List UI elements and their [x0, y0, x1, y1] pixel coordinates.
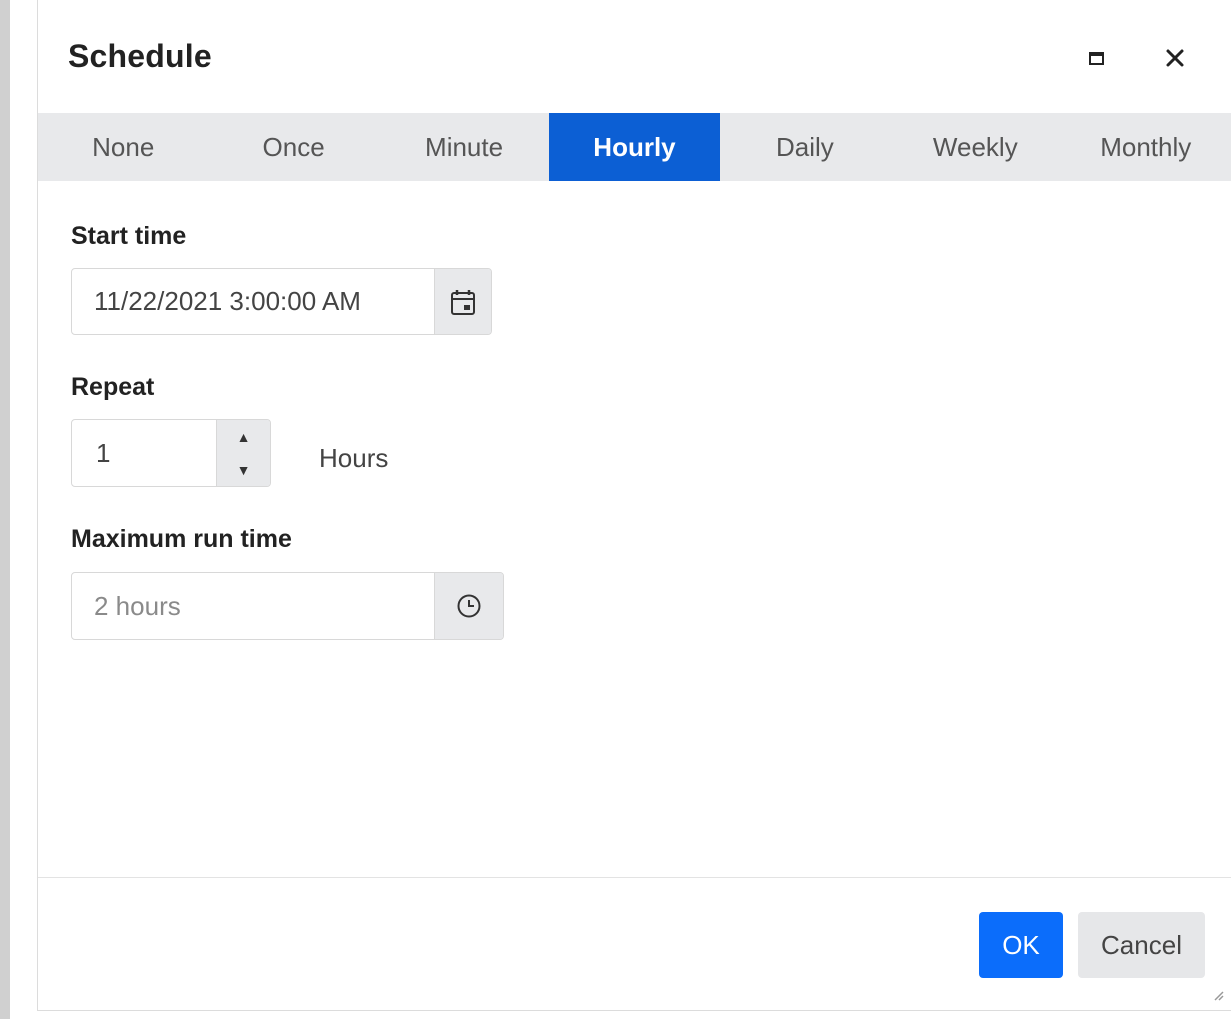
repeat-spinner: ▲ ▼	[216, 420, 270, 486]
tab-monthly[interactable]: Monthly	[1061, 113, 1231, 181]
tab-hourly[interactable]: Hourly	[549, 113, 720, 181]
max-run-time-label: Maximum run time	[71, 525, 292, 553]
start-time-label: Start time	[71, 222, 187, 250]
tab-minute[interactable]: Minute	[379, 113, 549, 181]
max-run-time-picker: 2 hours	[71, 572, 504, 640]
tab-daily[interactable]: Daily	[720, 113, 890, 181]
dialog-title: Schedule	[68, 38, 212, 74]
dialog-title-bar[interactable]: Schedule	[38, 0, 1231, 113]
clock-icon	[457, 594, 481, 618]
start-time-input[interactable]: 11/22/2021 3:00:00 AM	[72, 269, 434, 334]
repeat-stepper: 1 ▲ ▼	[71, 419, 271, 487]
tab-weekly[interactable]: Weekly	[890, 113, 1060, 181]
repeat-unit-label: Hours	[319, 443, 389, 473]
max-run-time-input[interactable]: 2 hours	[72, 573, 434, 639]
ok-button[interactable]: OK	[979, 912, 1063, 978]
tab-once[interactable]: Once	[208, 113, 378, 181]
footer-divider	[38, 877, 1231, 878]
start-time-picker: 11/22/2021 3:00:00 AM	[71, 268, 492, 335]
calendar-icon	[451, 289, 475, 315]
decrement-button[interactable]: ▼	[217, 453, 270, 486]
cancel-button[interactable]: Cancel	[1078, 912, 1205, 978]
time-button[interactable]	[434, 573, 503, 639]
maximize-button[interactable]	[1078, 40, 1114, 76]
background-window-edge	[0, 0, 10, 1019]
repeat-input[interactable]: 1	[72, 420, 216, 486]
resize-grip-icon[interactable]	[1211, 988, 1225, 1002]
close-button[interactable]	[1157, 40, 1193, 76]
calendar-button[interactable]	[434, 269, 491, 334]
arrow-down-icon: ▼	[236, 461, 251, 478]
repeat-label: Repeat	[71, 373, 155, 401]
close-icon	[1166, 49, 1184, 67]
schedule-type-tabs: None Once Minute Hourly Daily Weekly Mon…	[38, 113, 1231, 181]
schedule-dialog: Schedule None Once Minute Hourly Daily W…	[37, 0, 1231, 1011]
window-maximize-icon	[1088, 51, 1104, 65]
increment-button[interactable]: ▲	[217, 420, 270, 453]
arrow-up-icon: ▲	[236, 428, 251, 445]
tab-none[interactable]: None	[38, 113, 208, 181]
